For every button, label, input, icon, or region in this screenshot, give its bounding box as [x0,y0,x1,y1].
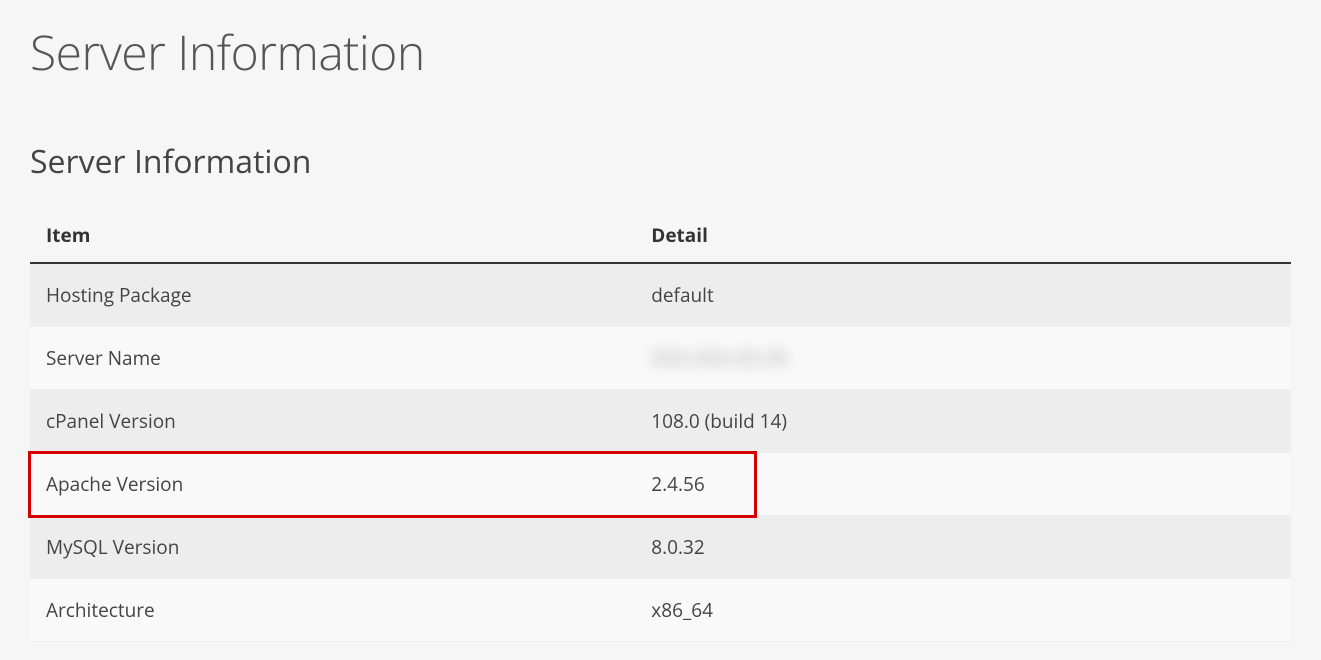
server-info-table-wrapper: Item Detail Hosting PackagedefaultServer… [30,208,1291,642]
table-cell-item: MySQL Version [30,516,635,579]
table-header-detail: Detail [635,208,1291,263]
table-cell-item: Hosting Package [30,263,635,327]
table-cell-detail: 108.0 (build 14) [635,390,1291,453]
table-cell-detail: x86_64 [635,579,1291,642]
table-row: Server Name XXX.XXX.XX.XX [30,327,1291,390]
page-title: Server Information [30,0,1291,95]
table-cell-detail: XXX.XXX.XX.XX [635,327,1291,390]
section-title: Server Information [30,140,1291,183]
table-row: Hosting Packagedefault [30,263,1291,327]
table-cell-item: Apache Version [30,453,635,516]
table-row: Architecturex86_64 [30,579,1291,642]
table-cell-item: Server Name [30,327,635,390]
server-info-table: Item Detail Hosting PackagedefaultServer… [30,208,1291,642]
table-cell-detail: default [635,263,1291,327]
table-row: cPanel Version108.0 (build 14) [30,390,1291,453]
table-cell-detail: 2.4.56 [635,453,1291,516]
table-row: Apache Version2.4.56 [30,453,1291,516]
table-header-item: Item [30,208,635,263]
table-cell-detail: 8.0.32 [635,516,1291,579]
table-cell-item: cPanel Version [30,390,635,453]
table-cell-item: Architecture [30,579,635,642]
blurred-value: XXX.XXX.XX.XX [651,345,789,371]
table-row: MySQL Version8.0.32 [30,516,1291,579]
